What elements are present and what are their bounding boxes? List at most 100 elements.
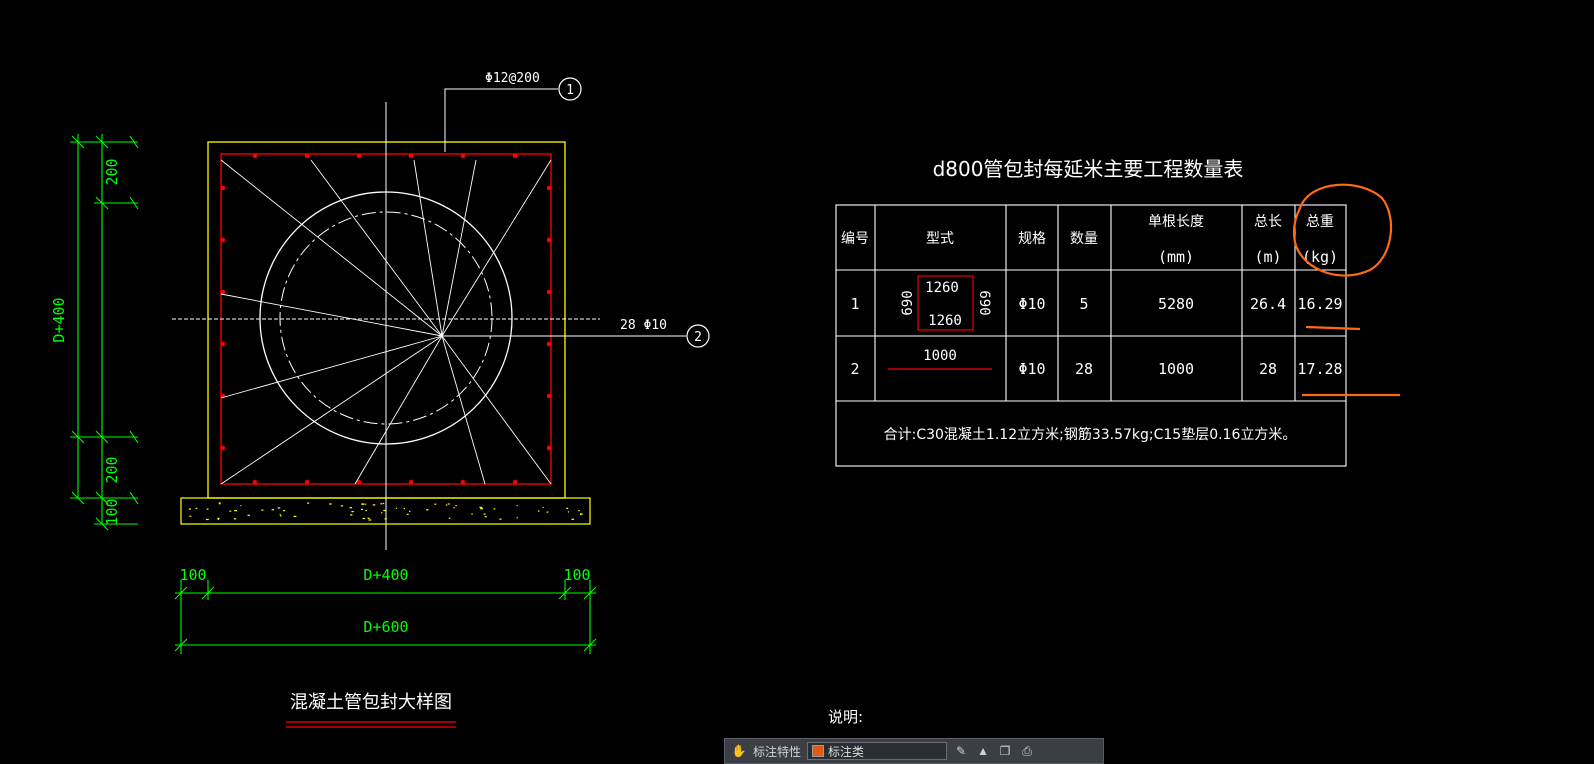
rebar-dot [546, 393, 552, 399]
bottom-dimension [174, 580, 597, 654]
bedding-speckle [409, 510, 411, 512]
rebar-dot [220, 289, 226, 295]
rebar-dot [546, 445, 552, 451]
triangle-icon[interactable]: ▲ [975, 743, 991, 759]
bedding-speckle [307, 502, 310, 504]
bedding-speckle [453, 507, 455, 509]
header-no: 编号 [841, 231, 869, 247]
bedding-speckle [516, 505, 518, 507]
rebar-dot [304, 153, 310, 159]
bedding-speckle [271, 509, 274, 511]
bedding-speckle [480, 508, 483, 510]
bedding-speckle [567, 511, 569, 513]
row2-shape-top: 1000 [923, 348, 957, 364]
bedding-speckle [217, 518, 220, 520]
bedding-speckle [396, 507, 397, 509]
dim-left-top: 200 [103, 158, 121, 185]
header-length: 单根长度 [1148, 214, 1204, 230]
row1-qty: 5 [1079, 295, 1088, 313]
rebar-dot [220, 185, 226, 191]
row1-shape-right: 690 [976, 290, 992, 315]
rebar-dot [408, 153, 414, 159]
header-total-length-unit: (m) [1254, 248, 1281, 266]
bedding-speckle [279, 514, 281, 516]
row2-spec: Φ10 [1018, 360, 1045, 378]
row2-no: 2 [850, 360, 859, 378]
bedding-speckle [280, 515, 282, 517]
bedding-speckle [261, 509, 264, 511]
dim-left-mid: D+400 [50, 297, 68, 342]
bedding-speckle [426, 509, 429, 511]
bedding-speckle [362, 517, 366, 520]
bedding-speckle [580, 513, 582, 516]
bedding-speckle [349, 507, 353, 509]
dim-bottom-total: D+600 [363, 618, 408, 636]
markup-underline-1 [1305, 325, 1361, 331]
rebar-dot [546, 341, 552, 347]
dim-bottom-left: 100 [179, 566, 206, 584]
bedding-speckle [283, 510, 286, 512]
bedding-speckle [240, 505, 242, 507]
markup-circle [1292, 183, 1393, 277]
row1-no: 1 [850, 295, 859, 313]
edit-icon[interactable]: ✎ [953, 743, 969, 759]
bedding-speckle [188, 508, 191, 510]
copy-icon[interactable]: ❐ [997, 743, 1013, 759]
bedding-speckle [483, 513, 486, 515]
print-icon[interactable]: ⎙ [1019, 743, 1035, 759]
callout-number-2: 2 [694, 330, 702, 345]
row1-spec: Φ10 [1018, 295, 1045, 313]
row1-shape-left: 690 [900, 290, 916, 315]
bedding-speckle [537, 510, 540, 512]
side-rebar-label: 28 Φ10 [620, 318, 667, 333]
bedding-speckle [403, 507, 405, 510]
color-swatch [812, 745, 825, 757]
bedding-speckle [499, 518, 502, 520]
bedding-speckle [578, 510, 580, 512]
dimension-style-select[interactable]: 标注类 [807, 742, 948, 760]
rebar-dot [220, 445, 226, 451]
header-qty: 数量 [1070, 231, 1098, 247]
dimension-style-value: 标注类 [828, 744, 865, 759]
rebar-dot [512, 479, 518, 485]
bedding-speckle [406, 513, 409, 515]
bedding-speckle [329, 503, 332, 505]
bedding-speckle [384, 518, 387, 520]
row1-length: 5280 [1158, 295, 1194, 313]
rebar-dot [304, 479, 310, 485]
cad-drawing-canvas[interactable]: Φ12@200 1 28 Φ10 2 200 D+400 200 100 100… [0, 0, 1594, 764]
bedding-speckle [484, 516, 487, 518]
header-total-weight: 总重 [1306, 214, 1334, 230]
bedding-speckle [571, 518, 575, 520]
bedding-speckle [206, 508, 209, 510]
bedding-speckle [219, 503, 221, 505]
bedding-speckle [233, 518, 237, 520]
bedding-speckle [189, 515, 192, 517]
bedding-speckle [360, 508, 363, 510]
rebar-dot [220, 341, 226, 347]
table-summary: 合计:C30混凝土1.12立方米;钢筋33.57kg;C15垫层0.16立方米。 [884, 426, 1297, 443]
rebar-dot [512, 153, 518, 159]
bedding-speckle [479, 506, 483, 508]
dim-bottom-mid: D+400 [363, 566, 408, 584]
bedding-speckle [229, 510, 232, 512]
bedding-speckle [455, 505, 457, 507]
hand-icon[interactable]: ✋ [731, 743, 747, 759]
bedding-speckle [340, 505, 344, 507]
bedding-speckle [542, 506, 544, 508]
bedding-speckle [445, 504, 448, 506]
rebar-dot [460, 479, 466, 485]
bedding-speckle [368, 519, 372, 521]
bedding-speckle [367, 517, 370, 519]
rebar-dot [252, 153, 258, 159]
table-title: d800管包封每延米主要工程数量表 [933, 157, 1244, 181]
rebar-dot [546, 289, 552, 295]
detail-title: 混凝土管包封大样图 [290, 692, 452, 713]
rebar-dot [546, 237, 552, 243]
header-spec: 规格 [1018, 231, 1046, 247]
rebar-dot [546, 185, 552, 191]
row1-total-length: 26.4 [1250, 295, 1286, 313]
bedding-speckle [205, 518, 209, 521]
rebar-dot [220, 237, 226, 243]
row1-shape-top: 1260 [925, 280, 959, 296]
